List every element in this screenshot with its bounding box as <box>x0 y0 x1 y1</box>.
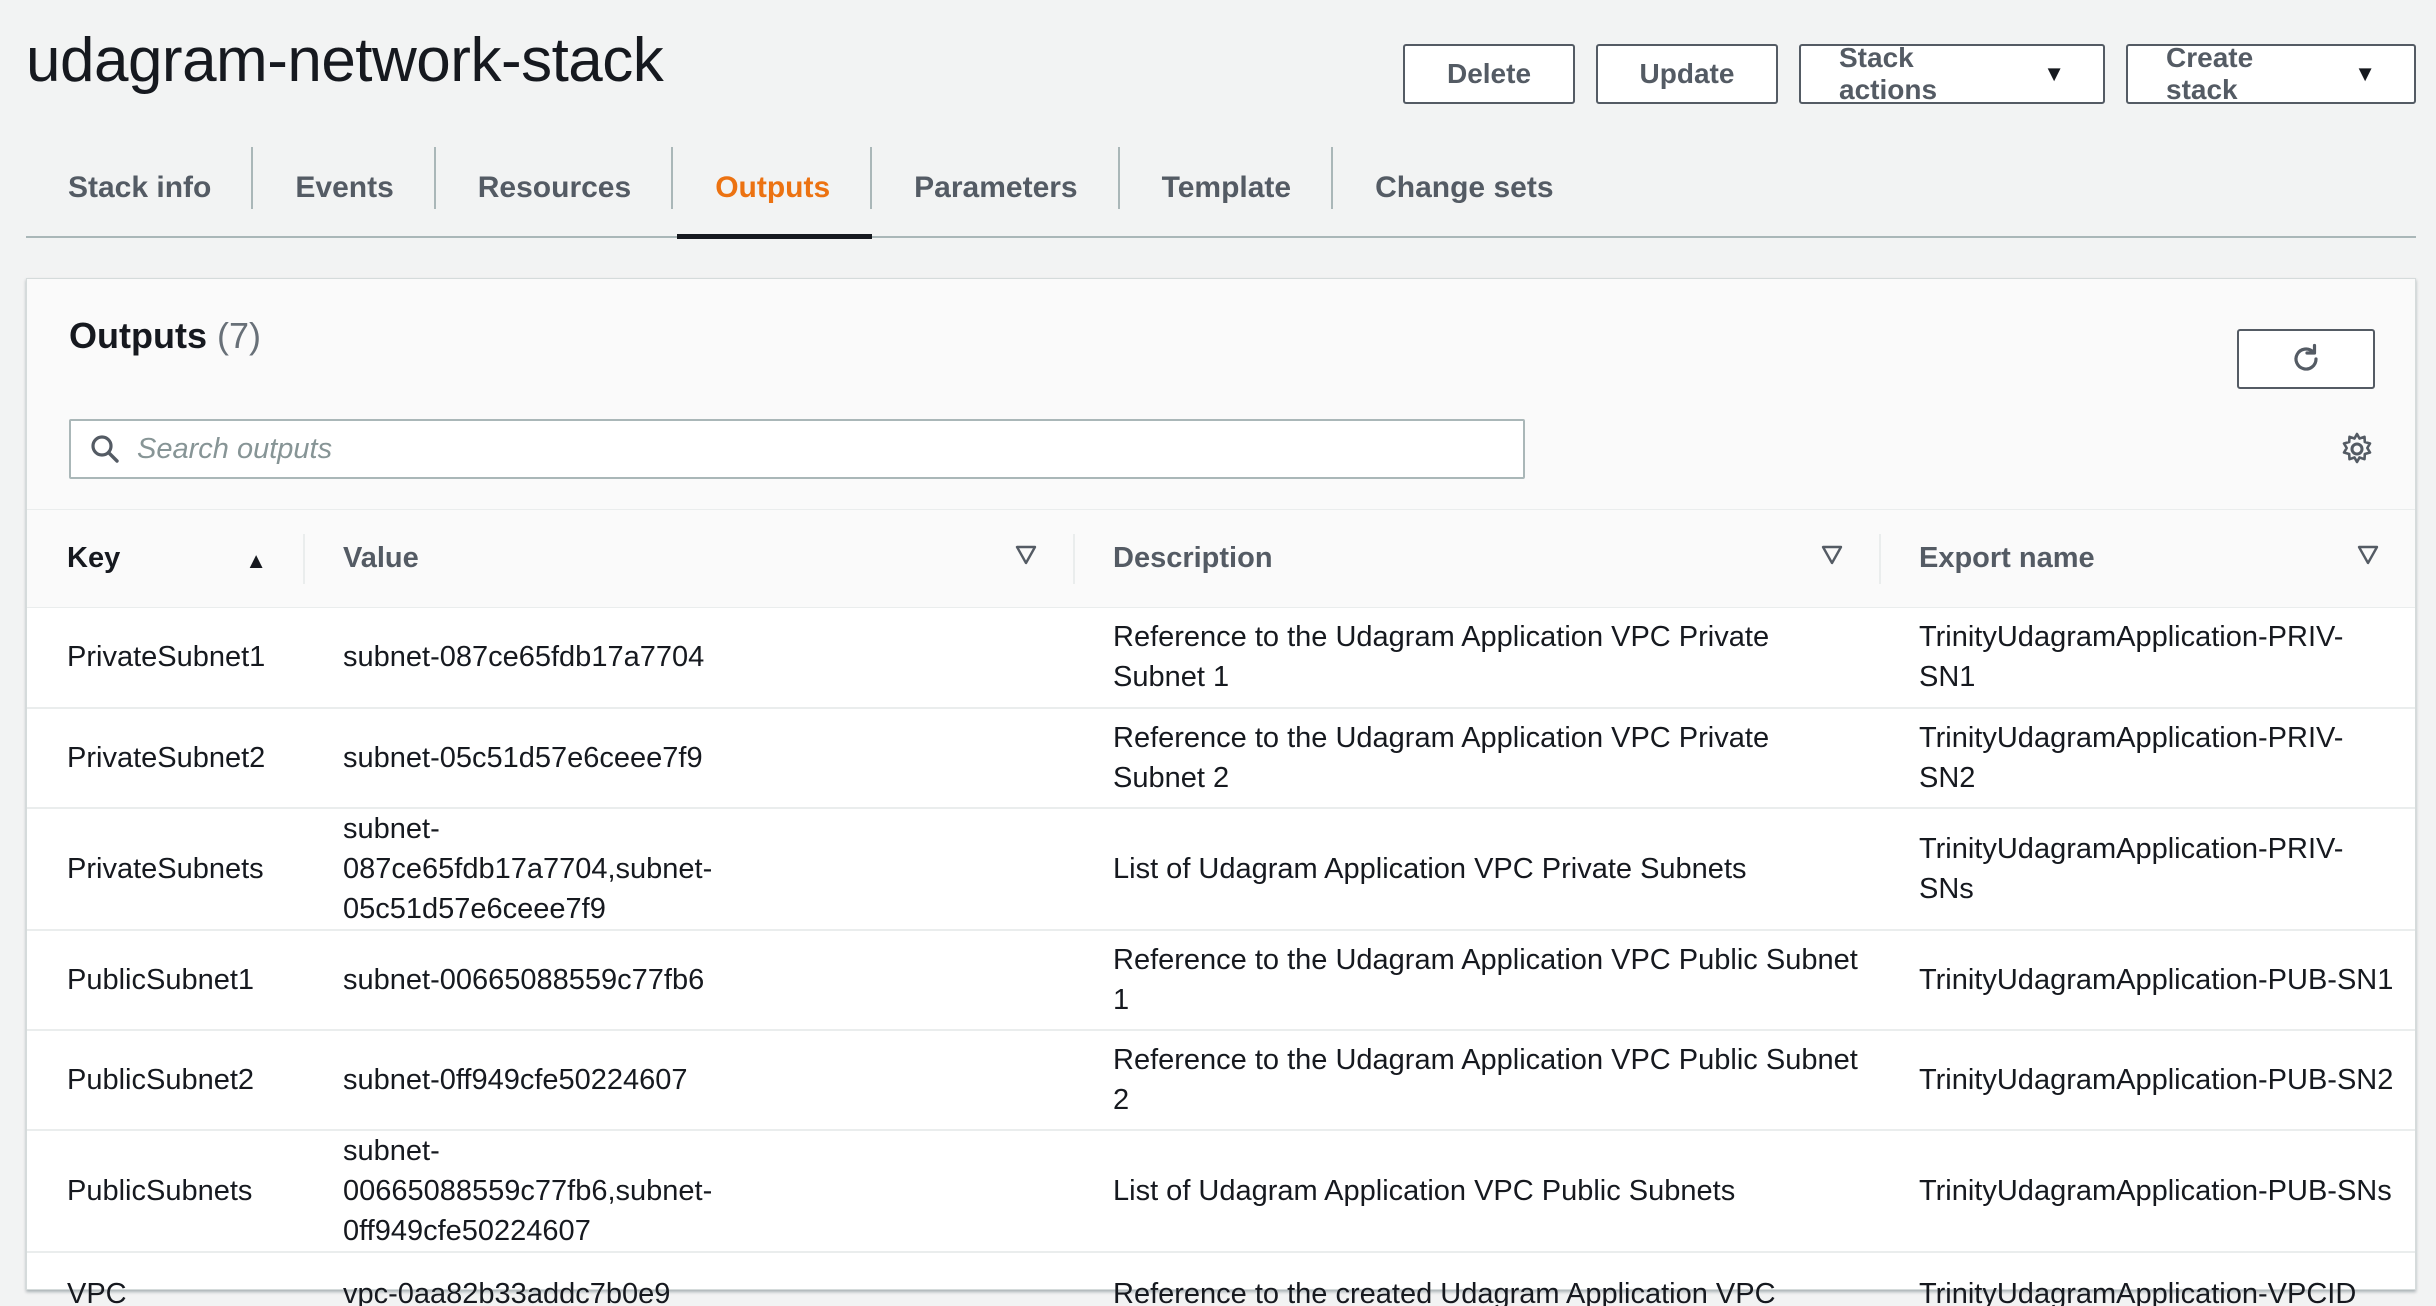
tab-label: Events <box>295 171 394 204</box>
page-header: udagram-network-stack Delete Update Stac… <box>26 20 2416 105</box>
search-input[interactable] <box>137 432 1437 466</box>
cell-export-name: TrinityUdagramApplication-PRIV-SN1 <box>1879 607 2415 709</box>
tab-events[interactable]: Events <box>253 139 437 237</box>
table-row: PublicSubnet1 subnet-00665088559c77fb6 R… <box>27 929 2415 1031</box>
cell-export-name: TrinityUdagramApplication-VPCID <box>1919 1278 2357 1306</box>
table-row: VPC vpc-0aa82b33addc7b0e9 Reference to t… <box>27 1252 2415 1306</box>
outputs-count: (7) <box>217 315 261 356</box>
cell-description: Reference to the Udagram Application VPC… <box>1073 607 1879 709</box>
outputs-panel: Outputs (7) Search outputs Key ▲ Value D… <box>26 278 2416 1306</box>
caret-down-icon: ▼ <box>2354 61 2376 86</box>
panel-title: Outputs (7) <box>69 315 261 357</box>
stack-actions-dropdown[interactable]: Stack actions ▼ <box>1799 42 2105 105</box>
caret-down-icon: ▼ <box>2043 61 2065 86</box>
delete-button-label: Delete <box>1446 58 1532 89</box>
tab-label: Resources <box>477 171 632 204</box>
table-row: PrivateSubnet1 subnet-087ce65fdb17a7704 … <box>27 607 2415 709</box>
tab-parameters[interactable]: Parameters <box>872 139 1121 237</box>
column-header-label: Export name <box>1919 542 2095 574</box>
filter-icon[interactable] <box>2357 544 2379 566</box>
cell-description: Reference to the Udagram Application VPC… <box>1073 707 1879 809</box>
tab-label: Change sets <box>1375 171 1554 204</box>
column-divider[interactable] <box>303 534 305 584</box>
update-button-label: Update <box>1639 58 1735 89</box>
tab-outputs[interactable]: Outputs <box>673 139 873 239</box>
update-button[interactable]: Update <box>1596 44 1778 104</box>
column-header-export-name[interactable]: Export name <box>1879 509 2415 608</box>
create-stack-label: Create stack <box>2166 42 2254 105</box>
column-header-label: Key <box>67 542 121 574</box>
column-header-label: Value <box>343 542 419 574</box>
tab-stack-info[interactable]: Stack info <box>26 139 254 237</box>
cell-key: PrivateSubnet1 <box>27 607 303 709</box>
create-stack-dropdown[interactable]: Create stack ▼ <box>2126 42 2416 105</box>
cell-value: subnet-00665088559c77fb6 <box>303 929 1073 1031</box>
cell-export-name: TrinityUdagramApplication-PUB-SN1 <box>1879 929 2415 1031</box>
cell-value: vpc-0aa82b33addc7b0e9 <box>343 1278 671 1306</box>
tab-label: Template <box>1161 171 1292 204</box>
cell-value: subnet-087ce65fdb17a7704 <box>303 607 1073 709</box>
delete-button[interactable]: Delete <box>1403 44 1575 104</box>
cell-key: PrivateSubnets <box>27 807 303 931</box>
outputs-table: Key ▲ Value Description Export name Priv… <box>27 509 2415 1306</box>
cell-description: Reference to the Udagram Application VPC… <box>1073 1029 1879 1131</box>
cell-export-name: TrinityUdagramApplication-PRIV-SN2 <box>1879 707 2415 809</box>
cell-export-name: TrinityUdagramApplication-PRIV-SNs <box>1879 807 2415 931</box>
table-row: PrivateSubnets subnet-087ce65fdb17a7704,… <box>27 807 2415 931</box>
column-header-value[interactable]: Value <box>303 509 1073 608</box>
tab-template[interactable]: Template <box>1120 139 1334 237</box>
cell-value: subnet-00665088559c77fb6,subnet-0ff949cf… <box>303 1129 1073 1253</box>
cell-value: subnet-0ff949cfe50224607 <box>303 1029 1073 1131</box>
table-row: PublicSubnets subnet-00665088559c77fb6,s… <box>27 1129 2415 1253</box>
sort-ascending-icon[interactable]: ▲ <box>245 548 267 574</box>
tab-change-sets[interactable]: Change sets <box>1333 139 1595 237</box>
cell-export-name: TrinityUdagramApplication-PUB-SNs <box>1879 1129 2415 1253</box>
panel-title-text: Outputs <box>69 315 207 356</box>
filter-icon[interactable] <box>1821 544 1843 566</box>
tab-label: Parameters <box>914 171 1078 204</box>
cell-description: List of Udagram Application VPC Private … <box>1073 807 1879 931</box>
cell-key: PublicSubnet1 <box>27 929 303 1031</box>
search-box <box>69 419 1525 479</box>
column-header-label: Description <box>1113 542 1273 574</box>
cell-description: List of Udagram Application VPC Public S… <box>1073 1129 1879 1253</box>
search-icon <box>91 435 119 463</box>
stack-actions-toolbar: Delete Update Stack actions ▼ Create sta… <box>1403 42 2416 105</box>
tab-resources[interactable]: Resources <box>436 139 674 237</box>
cell-key: VPC <box>67 1278 127 1306</box>
cell-export-name: TrinityUdagramApplication-PUB-SN2 <box>1879 1029 2415 1131</box>
table-row: PrivateSubnet2 subnet-05c51d57e6ceee7f9 … <box>27 707 2415 809</box>
stack-actions-label: Stack actions <box>1839 42 1938 105</box>
cell-value: subnet-087ce65fdb17a7704,subnet-05c51d57… <box>303 807 1073 931</box>
refresh-button[interactable] <box>2237 329 2375 389</box>
column-divider[interactable] <box>1879 534 1881 584</box>
cell-description: Reference to the Udagram Application VPC… <box>1073 929 1879 1031</box>
column-divider[interactable] <box>1073 534 1075 584</box>
gear-icon[interactable] <box>2339 431 2375 467</box>
cell-value: subnet-05c51d57e6ceee7f9 <box>303 707 1073 809</box>
filter-icon[interactable] <box>1015 544 1037 566</box>
table-row: PublicSubnet2 subnet-0ff949cfe50224607 R… <box>27 1029 2415 1131</box>
tab-label: Outputs <box>715 171 831 204</box>
cell-description: Reference to the created Udagram Applica… <box>1113 1278 1776 1306</box>
cell-key: PublicSubnets <box>27 1129 303 1253</box>
column-header-key[interactable]: Key ▲ <box>27 509 303 608</box>
column-header-description[interactable]: Description <box>1073 509 1879 608</box>
cell-key: PrivateSubnet2 <box>27 707 303 809</box>
table-header-row: Key ▲ Value Description Export name <box>27 509 2415 608</box>
stack-tabs: Stack info Events Resources Outputs Para… <box>26 139 2416 239</box>
tab-label: Stack info <box>68 171 212 204</box>
panel-header: Outputs (7) <box>27 279 2415 509</box>
refresh-icon <box>2294 343 2318 371</box>
page-title: udagram-network-stack <box>26 25 664 95</box>
cell-key: PublicSubnet2 <box>27 1029 303 1131</box>
